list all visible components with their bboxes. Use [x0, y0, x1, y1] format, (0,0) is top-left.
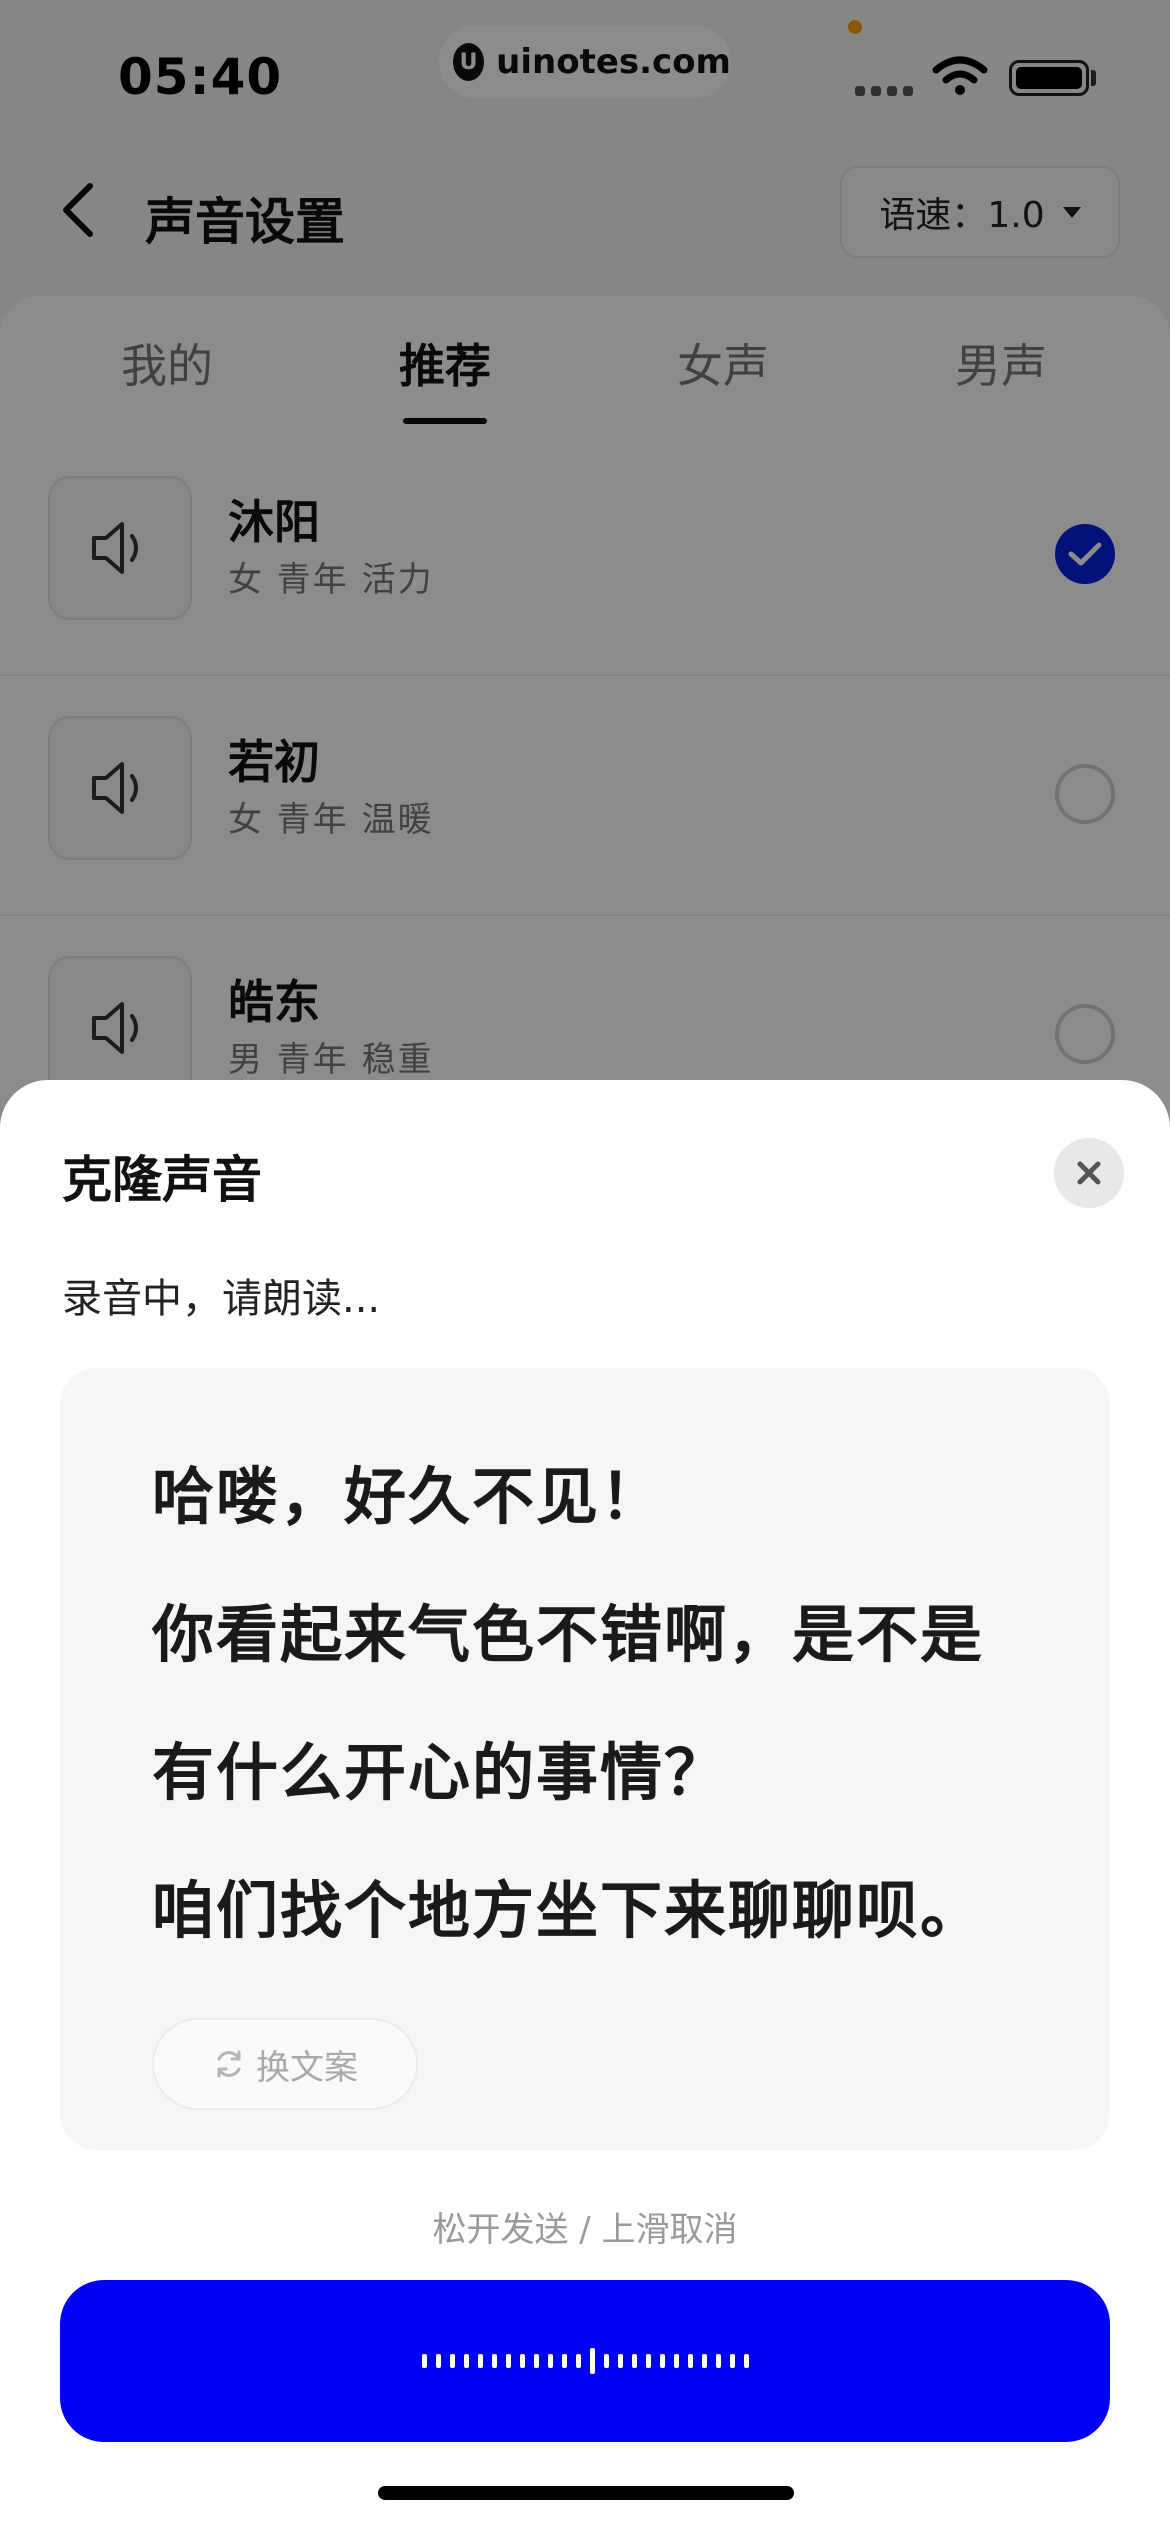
- clone-voice-sheet: 克隆声音 录音中，请朗读... 哈喽，好久不见！ 你看起来气色不错啊，是不是 有…: [0, 1080, 1170, 2532]
- close-button[interactable]: [1054, 1138, 1124, 1208]
- refresh-icon: [217, 2050, 241, 2078]
- audio-waveform-icon: [421, 2348, 749, 2374]
- reading-script-box: 哈喽，好久不见！ 你看起来气色不错啊，是不是 有什么开心的事情？ 咱们找个地方坐…: [60, 1368, 1110, 2150]
- home-indicator: [378, 2486, 794, 2500]
- script-line: 哈喽，好久不见！: [152, 1460, 665, 1533]
- close-icon: [1077, 1161, 1101, 1185]
- recording-status: 录音中，请朗读...: [62, 1276, 381, 1322]
- script-line: 有什么开心的事情？: [152, 1736, 729, 1809]
- change-script-button[interactable]: 换文案: [152, 2018, 418, 2110]
- hold-to-record-button[interactable]: [60, 2280, 1110, 2442]
- change-script-label: 换文案: [256, 2047, 358, 2088]
- sheet-title: 克隆声音: [62, 1151, 262, 1209]
- record-hint: 松开发送 / 上滑取消: [432, 2210, 738, 2250]
- script-line: 咱们找个地方坐下来聊聊呗。: [152, 1874, 985, 1947]
- script-line: 你看起来气色不错啊，是不是: [152, 1598, 985, 1671]
